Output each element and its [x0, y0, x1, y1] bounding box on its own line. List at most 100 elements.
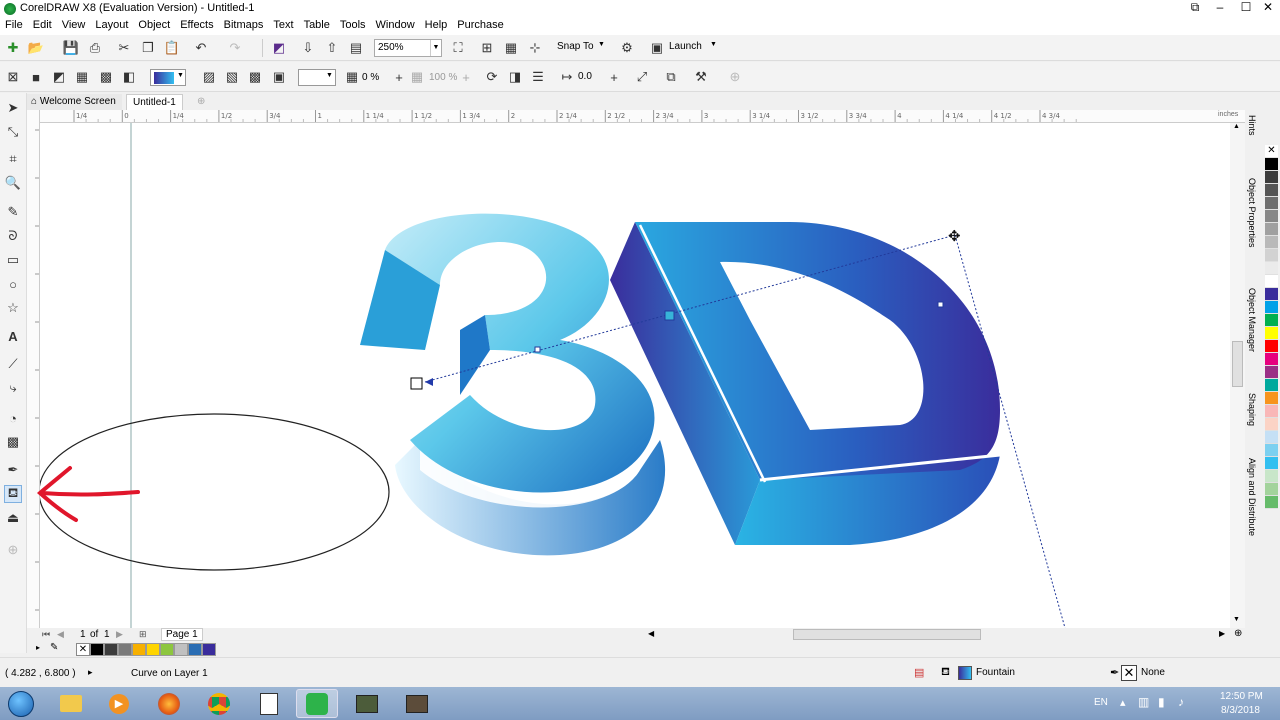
drop-shadow-icon[interactable]: ◔ [4, 409, 22, 427]
scroll-down-icon[interactable]: ▼ [1233, 616, 1240, 623]
menu-table[interactable]: Table [299, 17, 335, 34]
clock-date[interactable]: 8/3/2018 [1221, 705, 1260, 716]
first-page-icon[interactable]: ⏮ [42, 629, 50, 640]
import-icon[interactable]: ⇩ [299, 39, 317, 57]
scroll-right-icon[interactable]: ▶ [1219, 629, 1225, 638]
media-player-taskbar-icon[interactable]: ▶ [98, 689, 140, 718]
volume-icon[interactable]: ♪ [1178, 695, 1184, 709]
interactive-fill-icon[interactable]: ⛾ [4, 485, 22, 503]
menu-edit[interactable]: Edit [28, 17, 57, 34]
show-rulers-icon[interactable]: ⊞ [478, 39, 496, 57]
menu-file[interactable]: File [0, 17, 28, 34]
vertical-scrollbar[interactable]: ▲ ▼ [1230, 123, 1245, 628]
scroll-left-icon[interactable]: ◀ [648, 629, 654, 638]
menu-purchase[interactable]: Purchase [452, 17, 508, 34]
menu-bitmaps[interactable]: Bitmaps [219, 17, 269, 34]
smart-fill-icon[interactable]: ⏏ [4, 509, 22, 527]
document-swatch[interactable] [160, 643, 174, 656]
d-shape[interactable] [610, 222, 1001, 545]
edit-fill-icon[interactable]: ⚒ [692, 68, 710, 86]
node-transparency-icon[interactable]: ▦ [408, 68, 426, 86]
coreldraw-taskbar-icon[interactable] [296, 689, 338, 718]
corel-photopaint-taskbar-icon[interactable] [346, 689, 388, 718]
chevron-down-icon[interactable]: ▼ [598, 41, 605, 48]
chrome-taskbar-icon[interactable] [198, 689, 240, 718]
palette-swatch[interactable] [1265, 249, 1278, 262]
palette-swatch[interactable] [1265, 418, 1278, 431]
palette-swatch[interactable] [1265, 301, 1278, 314]
uniform-fill-icon[interactable]: ■ [27, 68, 45, 86]
reverse-fill-icon[interactable]: ⟳ [483, 68, 501, 86]
connector-tool-icon[interactable]: ⤷ [4, 379, 22, 397]
add-tab-icon[interactable]: ⊕ [191, 94, 211, 110]
palette-swatch[interactable] [1265, 314, 1278, 327]
show-grid-icon[interactable]: ▦ [502, 39, 520, 57]
outline-pen-icon[interactable]: ✒ [1110, 666, 1119, 679]
palette-swatch[interactable] [1265, 353, 1278, 366]
new-document-icon[interactable]: ✚ [4, 39, 22, 57]
opacity-value[interactable]: 100 % [429, 72, 457, 83]
merge-mode-icon[interactable]: ▦ [343, 68, 361, 86]
horizontal-scroll-thumb[interactable] [793, 629, 981, 640]
plus-icon[interactable]: + [605, 68, 623, 86]
print-icon[interactable]: ⎙ [86, 39, 104, 57]
menu-window[interactable]: Window [371, 17, 420, 34]
document-swatch[interactable] [174, 643, 188, 656]
tray-chevron-icon[interactable]: ▴ [1120, 696, 1126, 709]
palette-swatch[interactable] [1265, 405, 1278, 418]
angle-field[interactable]: 0.0 [575, 69, 607, 87]
ellipse-tool-icon[interactable]: ○ [4, 275, 22, 293]
no-color-swatch[interactable]: ✕ [1265, 145, 1278, 158]
docker-shaping[interactable]: Shaping [1247, 393, 1257, 426]
next-page-icon[interactable]: ▶ [116, 629, 123, 640]
conical-fountain-icon[interactable]: ▩ [246, 68, 264, 86]
angle-icon[interactable]: ↦ [558, 68, 576, 86]
document-swatch[interactable] [202, 643, 216, 656]
free-scale-icon[interactable]: ⤢ [633, 68, 651, 86]
docker-hints[interactable]: Hints [1247, 115, 1257, 136]
close-button[interactable]: ✕ [1256, 0, 1280, 16]
parallel-dimension-icon[interactable]: ⟋ [4, 355, 22, 373]
vertical-scroll-thumb[interactable] [1232, 341, 1243, 387]
palette-swatch[interactable] [1265, 327, 1278, 340]
pick-tool-icon[interactable]: ➤ [4, 99, 22, 117]
snap-to-dropdown[interactable]: Snap To [557, 41, 594, 52]
document-swatch[interactable] [118, 643, 132, 656]
chevron-down-icon[interactable]: ▼ [710, 41, 717, 48]
color-proof-icon[interactable]: ▤ [914, 666, 924, 679]
menu-effects[interactable]: Effects [175, 17, 218, 34]
horizontal-ruler[interactable]: 1/4 0 1/4 1/2 3/4 1 1 1/4 1 1/2 1 3/4 2 2 1/4 2 1/2… [39, 110, 1245, 123]
fountain-fill-icon[interactable]: ◩ [50, 68, 68, 86]
elliptical-fountain-icon[interactable]: ▧ [223, 68, 241, 86]
copy-icon[interactable]: ❐ [139, 39, 157, 57]
palette-swatch[interactable] [1265, 158, 1278, 171]
palette-swatch[interactable] [1265, 457, 1278, 470]
start-button[interactable] [0, 689, 42, 718]
tab-welcome-screen[interactable]: ⌂ Welcome Screen [25, 94, 122, 110]
open-icon[interactable]: 📂 [27, 39, 45, 57]
shape-tool-icon[interactable]: ⤡ [4, 123, 22, 141]
launch-icon[interactable]: ▣ [648, 39, 666, 57]
chevron-down-icon[interactable]: ▼ [430, 40, 441, 56]
menu-layout[interactable]: Layout [90, 17, 133, 34]
plus-icon[interactable]: + [390, 68, 408, 86]
rectangle-tool-icon[interactable]: ▭ [4, 251, 22, 269]
palette-swatch[interactable] [1265, 470, 1278, 483]
no-color-swatch[interactable]: ✕ [76, 643, 90, 656]
linear-fountain-icon[interactable]: ▨ [200, 68, 218, 86]
zoom-combo[interactable]: 250% ▼ [374, 39, 442, 57]
full-screen-icon[interactable]: ⛶ [449, 39, 467, 57]
text-tool-icon[interactable]: A [4, 327, 22, 345]
palette-swatch[interactable] [1265, 262, 1278, 275]
battery-icon[interactable]: ▮ [1158, 695, 1165, 709]
prev-page-icon[interactable]: ◀ [57, 629, 64, 640]
mirror-fill-icon[interactable]: ◨ [506, 68, 524, 86]
undo-icon[interactable]: ↶ [192, 39, 210, 57]
redo-icon[interactable]: ↷ [226, 39, 244, 57]
fill-picker[interactable]: ▼ [150, 69, 186, 86]
artistic-media-icon[interactable]: ᘐ [4, 227, 22, 245]
vertical-ruler[interactable] [27, 110, 40, 628]
document-swatch[interactable] [188, 643, 202, 656]
palette-swatch[interactable] [1265, 275, 1278, 288]
palette-swatch[interactable] [1265, 444, 1278, 457]
